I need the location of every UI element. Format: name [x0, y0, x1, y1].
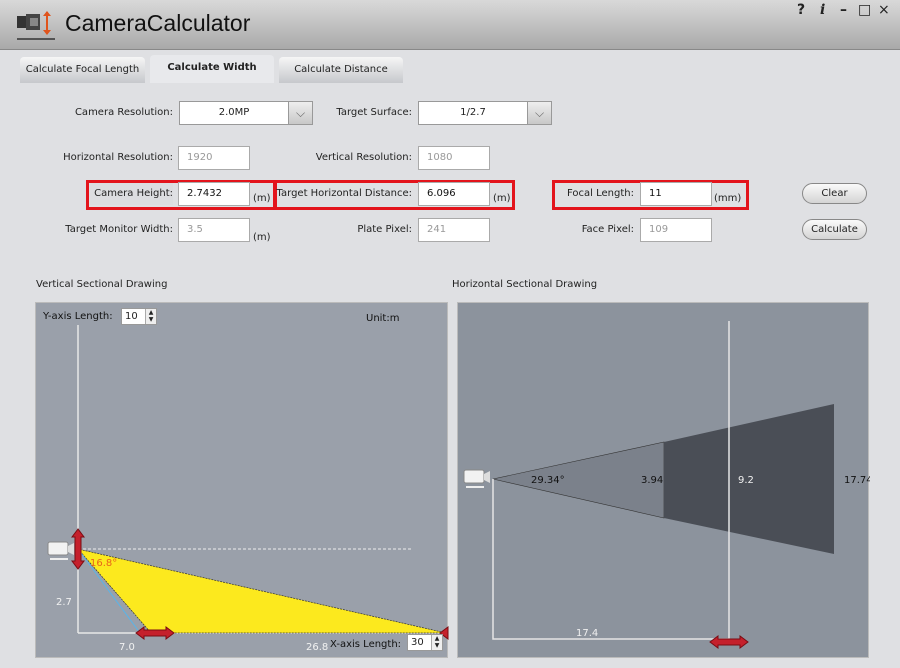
target-surface-label: Target Surface: [336, 107, 412, 118]
target-surface-select[interactable]: 1/2.7 ⌵ [418, 101, 552, 125]
angle-label: 29.34° [531, 475, 565, 486]
spinner-arrows-icon[interactable]: ▲ ▼ [431, 635, 442, 650]
far-distance-label: 26.8 [306, 642, 328, 653]
angle-label: 16.8° [90, 558, 117, 569]
far-width-label: 17.74 [844, 475, 870, 486]
chevron-down-icon[interactable]: ⌵ [527, 102, 551, 124]
app-logo-icon [17, 11, 55, 40]
help-icon[interactable]: ? [797, 2, 805, 18]
vertical-drawing: 2.7 16.8° 7.0 26.8 Y-axis Length: Unit:m… [42, 311, 449, 653]
camera-height-label: Camera Height: [90, 183, 173, 205]
camera-resolution-select[interactable]: 2.0MP ⌵ [179, 101, 313, 125]
app-title: CameraCalculator [65, 10, 251, 36]
face-pixel-label: Face Pixel: [581, 224, 634, 235]
target-horizontal-distance-label: Target Horizontal Distance: [276, 188, 412, 199]
camera-resolution-label: Camera Resolution: [74, 107, 173, 118]
x-axis-length-label: X-axis Length: [330, 639, 401, 650]
chevron-down-icon[interactable]: ⌵ [288, 102, 312, 124]
face-pixel-field[interactable]: 109 [640, 218, 712, 242]
y-axis-length-spinner[interactable]: 10 ▲ ▼ [121, 308, 157, 325]
camera-icon [47, 541, 74, 560]
camera-resolution-value: 2.0MP [218, 107, 250, 118]
focal-length-label: Focal Length: [567, 188, 634, 199]
target-monitor-width-field[interactable]: 3.5 [178, 218, 250, 242]
camera-icon [463, 469, 490, 488]
horizontal-drawing: 29.34° 3.94 9.2 17.74 17.4 [463, 321, 870, 649]
mid-width-label: 9.2 [738, 475, 754, 486]
calculate-button[interactable]: Calculate [802, 219, 867, 240]
distance-label: 17.4 [576, 628, 598, 639]
minimize-icon[interactable]: – [840, 2, 847, 18]
plate-pixel-label: Plate Pixel: [357, 224, 412, 235]
near-width-label: 3.94 [641, 475, 663, 486]
title-bar: CameraCalculator ? i – □ × [0, 0, 900, 50]
maximize-icon[interactable]: □ [858, 2, 871, 18]
near-view-area [492, 441, 665, 519]
target-monitor-width-unit: (m) [253, 232, 271, 243]
view-area [77, 548, 447, 634]
plate-pixel-field[interactable]: 241 [418, 218, 490, 242]
tab-calculate-distance[interactable]: Calculate Distance [279, 57, 403, 83]
vertical-drawing-panel: 2.7 16.8° 7.0 26.8 Y-axis Length: Unit:m… [35, 302, 449, 658]
target-distance-unit: (m) [493, 193, 511, 204]
target-surface-value: 1/2.7 [460, 107, 486, 118]
horizontal-drawing-title: Horizontal Sectional Drawing [452, 279, 598, 290]
height-label: 2.7 [56, 597, 72, 608]
horizontal-resolution-label: Horizontal Resolution: [63, 152, 173, 163]
focal-length-field[interactable]: 11 [640, 182, 712, 206]
near-distance-label: 7.0 [119, 642, 135, 653]
vertical-resolution-label: Vertical Resolution: [315, 152, 412, 163]
horizontal-resolution-field[interactable]: 1920 [178, 146, 250, 170]
tab-calculate-width[interactable]: Calculate Width [150, 55, 274, 83]
vertical-drawing-title: Vertical Sectional Drawing [36, 279, 168, 290]
camera-height-unit: (m) [253, 193, 271, 204]
tab-calculate-focal-length[interactable]: Calculate Focal Length [20, 57, 145, 83]
horizontal-drawing-panel: 29.34° 3.94 9.2 17.74 17.4 [457, 302, 870, 658]
y-axis-length-value: 10 [125, 311, 138, 322]
spinner-arrows-icon[interactable]: ▲ ▼ [145, 309, 156, 324]
y-axis-length-label: Y-axis Length: [42, 311, 113, 322]
unit-label: Unit:m [366, 313, 399, 324]
clear-button[interactable]: Clear [802, 183, 867, 204]
focal-length-unit: (mm) [714, 193, 742, 204]
vertical-resolution-field[interactable]: 1080 [418, 146, 490, 170]
x-axis-length-spinner[interactable]: 30 ▲ ▼ [407, 634, 443, 651]
target-horizontal-distance-field[interactable]: 6.096 [418, 182, 490, 206]
info-icon[interactable]: i [820, 2, 825, 18]
target-monitor-width-label: Target Monitor Width: [65, 224, 173, 235]
camera-height-field[interactable]: 2.7432 [178, 182, 250, 206]
close-icon[interactable]: × [878, 2, 890, 18]
x-axis-length-value: 30 [411, 637, 424, 648]
